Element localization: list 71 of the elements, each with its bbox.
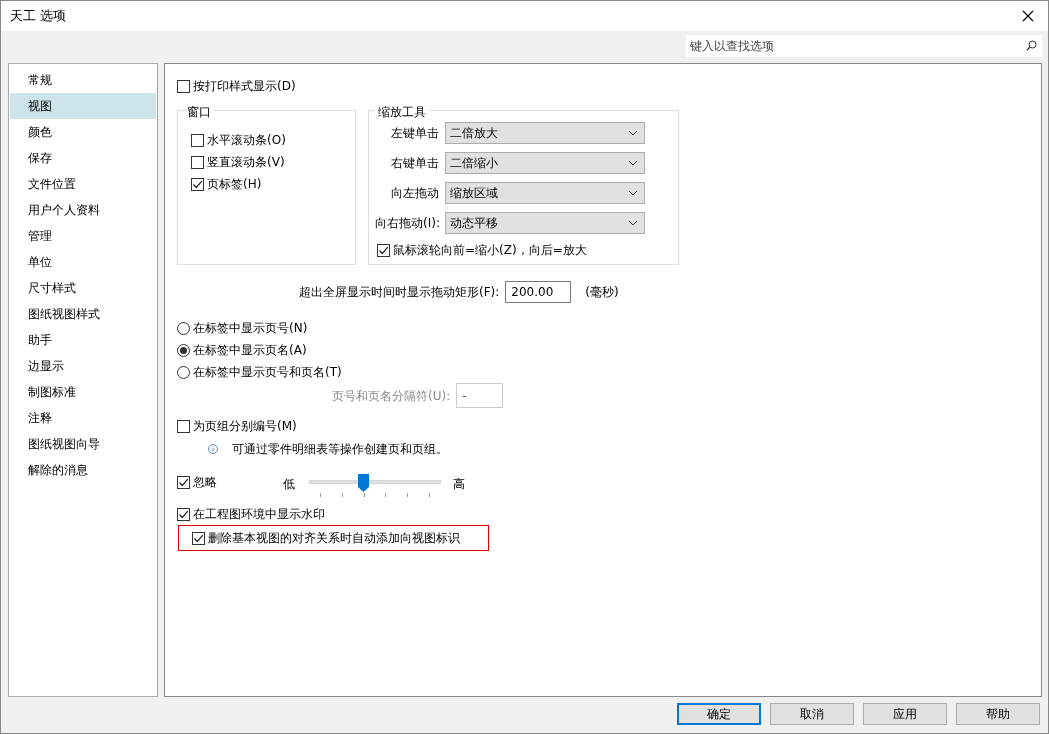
group-title: 缩放工具 [375, 103, 429, 121]
sidebar-item[interactable]: 用户个人资料 [10, 197, 156, 223]
sidebar-item[interactable]: 管理 [10, 223, 156, 249]
radio-button[interactable] [177, 365, 190, 379]
sidebar-item[interactable]: 保存 [10, 145, 156, 171]
checkbox[interactable] [177, 507, 190, 521]
sidebar-item[interactable]: 视图 [10, 93, 156, 119]
dropdown[interactable]: 二倍缩小 [445, 152, 645, 174]
search-icon [1026, 40, 1037, 51]
close-icon[interactable] [1022, 10, 1034, 22]
dialog-button[interactable]: 确定 [677, 703, 761, 725]
dialog-button[interactable]: 帮助 [956, 703, 1040, 725]
field-label: 页号和页名分隔符(U): [332, 387, 451, 405]
checkbox-label: 在工程图环境中显示水印 [193, 506, 325, 523]
sidebar-item[interactable]: 助手 [10, 327, 156, 353]
slider-thumb[interactable] [358, 474, 370, 492]
chevron-icon [628, 220, 638, 226]
sidebar-item[interactable]: 常规 [10, 67, 156, 93]
sidebar-item[interactable]: 尺寸样式 [10, 275, 156, 301]
radio-label: 在标签中显示页号(N) [193, 320, 308, 337]
checkbox-label: 页标签(H) [207, 176, 262, 193]
field-label: 超出全屏显示时间时显示拖动矩形(F): [299, 284, 500, 301]
dropdown[interactable]: 动态平移 [445, 212, 645, 234]
window-title: 天工 选项 [10, 7, 67, 26]
sidebar-item[interactable]: 解除的消息 [10, 457, 156, 483]
checkbox-label: 鼠标滚轮向前=缩小(Z)，向后=放大 [393, 242, 587, 259]
checkbox[interactable] [191, 155, 204, 169]
sidebar-item[interactable]: 单位 [10, 249, 156, 275]
checkbox-label: 为页组分别编号(M) [193, 418, 297, 435]
radio-button[interactable] [177, 343, 190, 357]
field-label: 左键单击 [390, 125, 440, 142]
checkbox-label: 竖直滚动条(V) [207, 154, 285, 171]
group-title: 窗口 [184, 103, 214, 121]
checkbox[interactable] [177, 79, 190, 93]
field-label: 右键单击 [390, 155, 440, 172]
sidebar-item[interactable]: 颜色 [10, 119, 156, 145]
checkbox-label: 忽略 [193, 474, 217, 491]
chevron-icon [628, 160, 638, 166]
checkbox[interactable] [177, 475, 190, 489]
radio-button[interactable] [177, 321, 190, 335]
text-field[interactable]: 200.00 [505, 281, 572, 303]
checkbox-label: 删除基本视图的对齐关系时自动添加向视图标识 [208, 530, 460, 547]
info-icon [208, 444, 218, 454]
checkbox[interactable] [177, 419, 190, 433]
slider-min-label: 低 [283, 476, 295, 493]
sidebar-item[interactable]: 边显示 [10, 353, 156, 379]
info-text: 可通过零件明细表等操作创建页和页组。 [232, 441, 448, 458]
checkbox[interactable] [191, 177, 204, 191]
search-field[interactable]: 键入以查找选项 [686, 35, 1042, 57]
chevron-icon [628, 130, 638, 136]
unit-label: (毫秒) [585, 284, 619, 301]
checkbox-label: 水平滚动条(O) [207, 132, 286, 149]
sidebar-item[interactable]: 制图标准 [10, 379, 156, 405]
chevron-icon [628, 190, 638, 196]
dropdown[interactable]: 二倍放大 [445, 122, 645, 144]
dropdown[interactable]: 缩放区域 [445, 182, 645, 204]
sidebar-item[interactable]: 图纸视图向导 [10, 431, 156, 457]
checkbox[interactable] [191, 133, 204, 147]
field-label: 向左拖动 [390, 185, 440, 202]
radio-label: 在标签中显示页名(A) [193, 342, 307, 359]
sidebar-item[interactable]: 图纸视图样式 [10, 301, 156, 327]
radio-label: 在标签中显示页号和页名(T) [193, 364, 342, 381]
checkbox-label: 按打印样式显示(D) [193, 78, 296, 95]
dialog-button[interactable]: 应用 [863, 703, 947, 725]
field-label: 向右拖动(I): [375, 215, 441, 232]
sidebar-item[interactable]: 文件位置 [10, 171, 156, 197]
dialog-button[interactable]: 取消 [770, 703, 854, 725]
checkbox[interactable] [377, 243, 390, 257]
slider-max-label: 高 [453, 476, 465, 493]
checkbox[interactable] [192, 531, 205, 545]
sidebar-item[interactable]: 注释 [10, 405, 156, 431]
